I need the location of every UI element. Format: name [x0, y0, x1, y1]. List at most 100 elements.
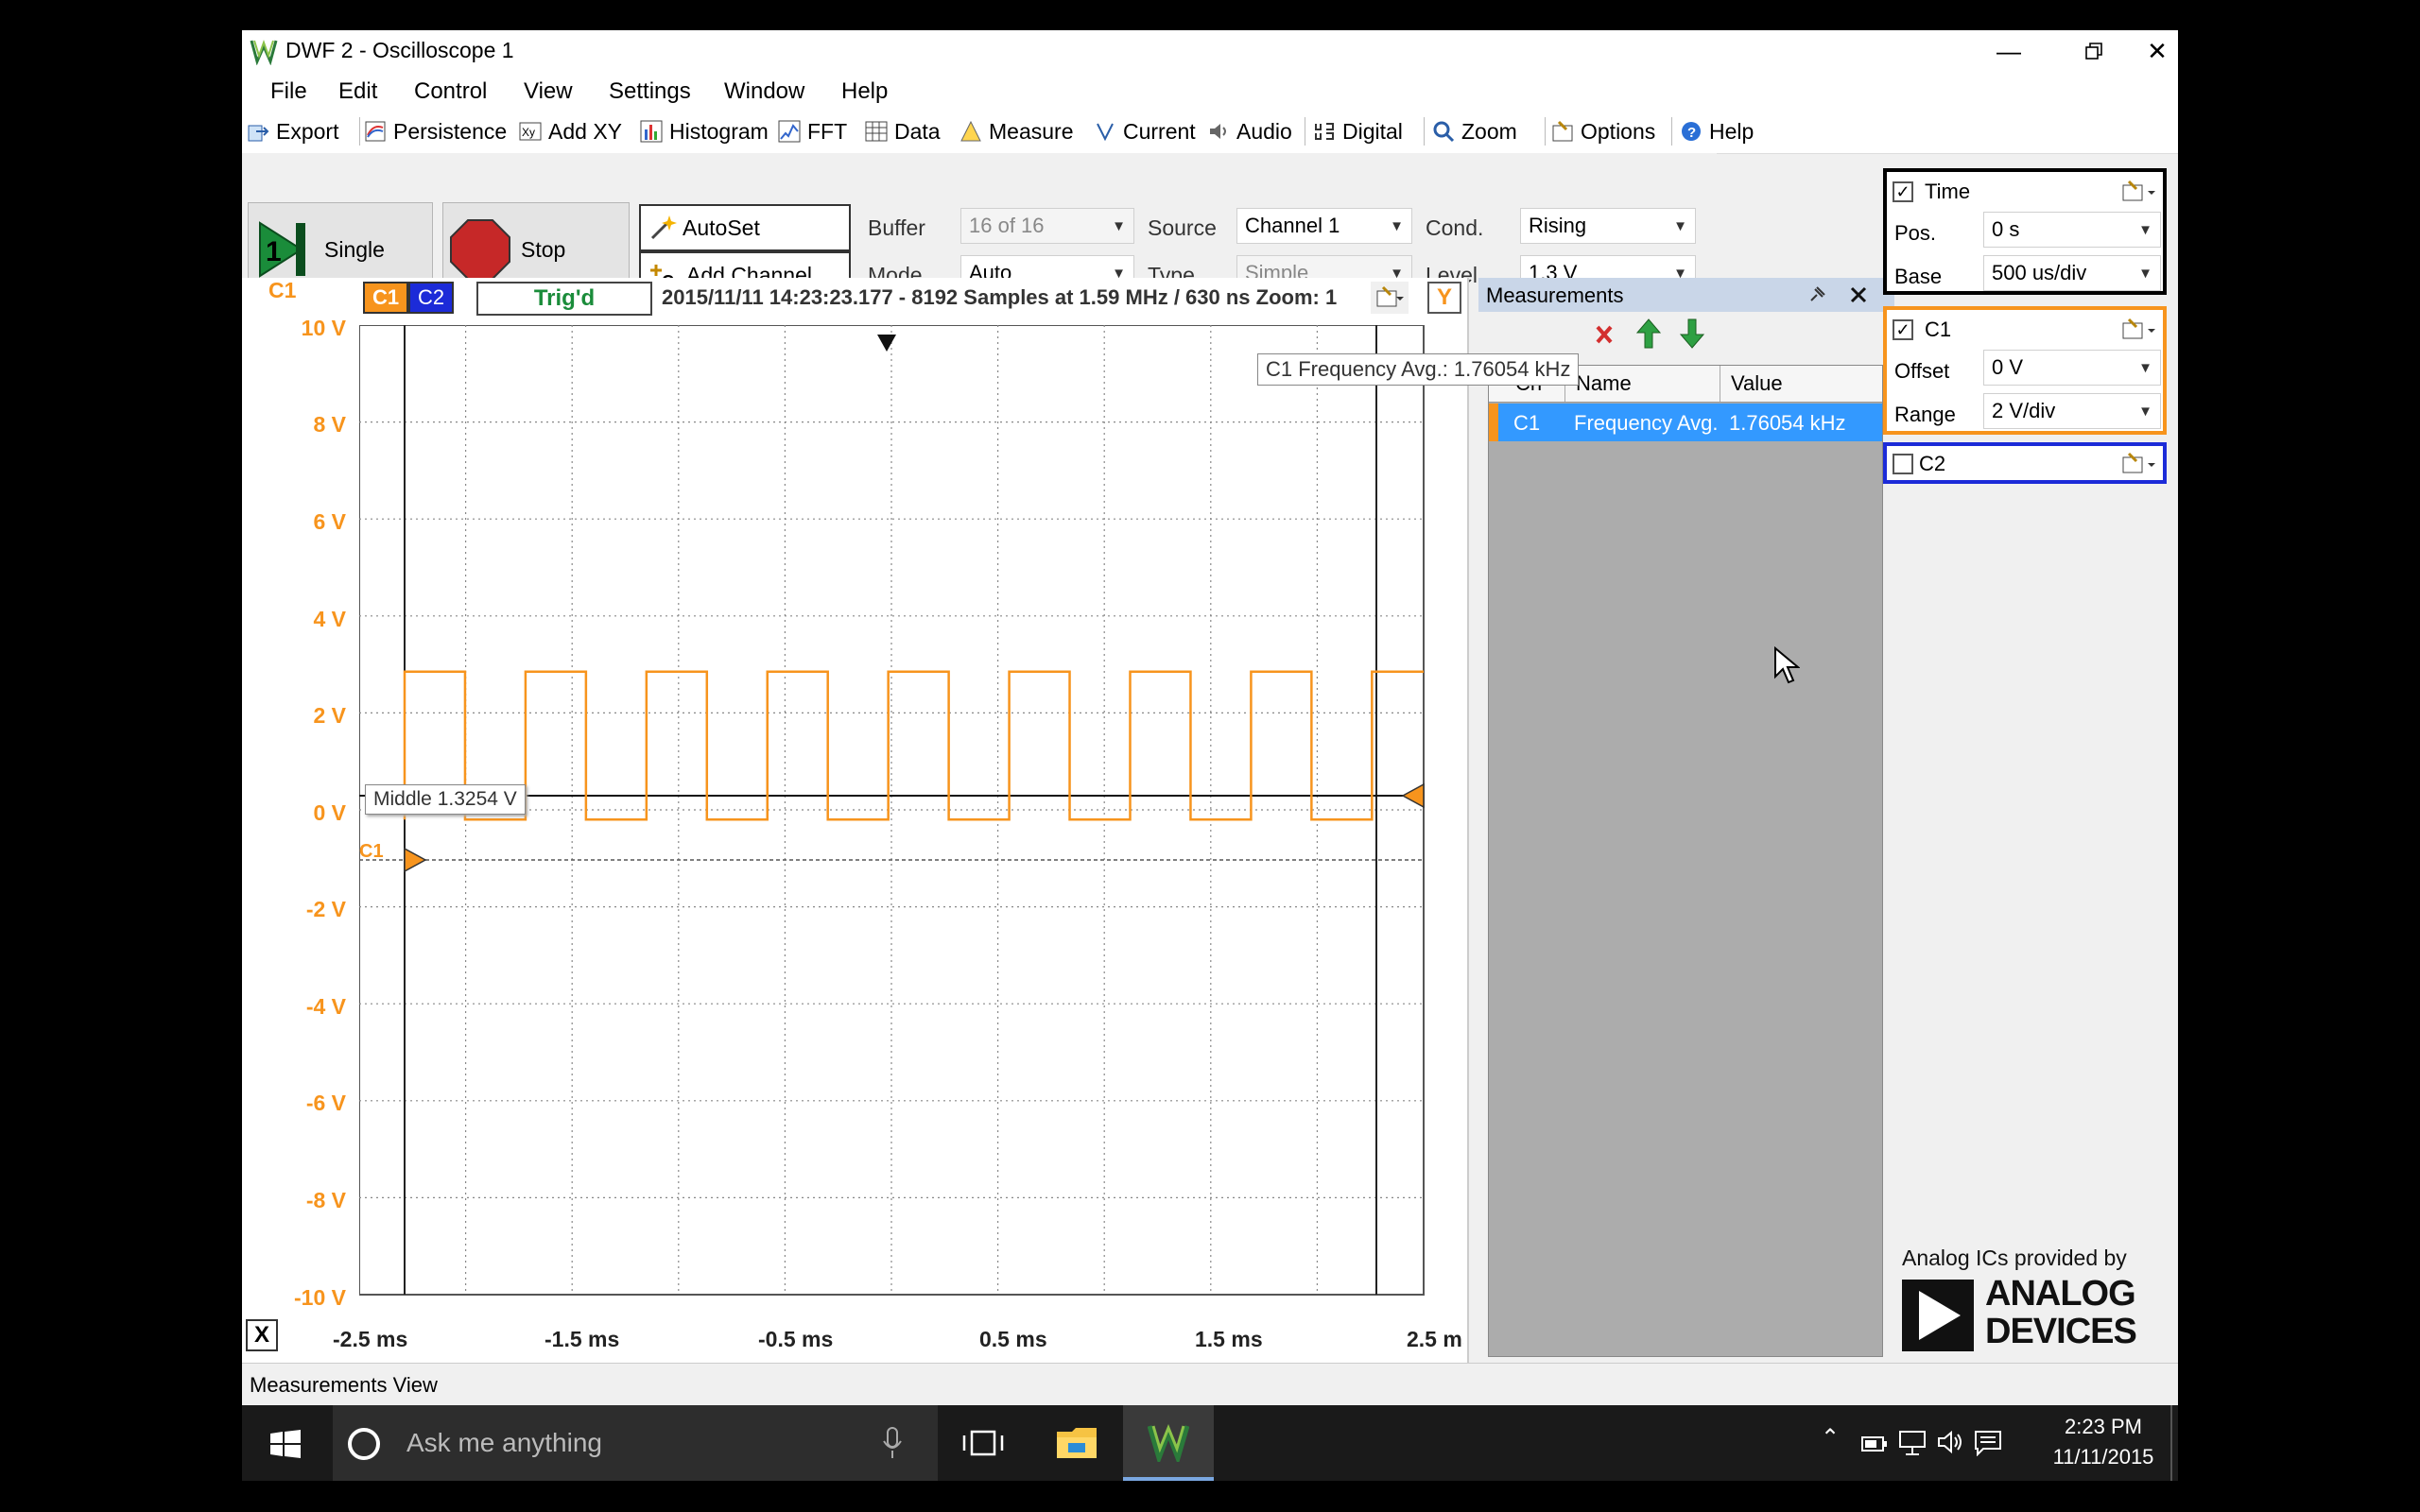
- menu-view[interactable]: View: [524, 78, 573, 105]
- help-icon: ?: [1679, 119, 1703, 144]
- range-input[interactable]: 2 V/div ▼: [1983, 393, 2161, 429]
- menu-settings[interactable]: Settings: [609, 78, 691, 105]
- volume-icon[interactable]: [1936, 1428, 1964, 1456]
- microphone-icon[interactable]: [881, 1426, 904, 1462]
- panel-options-icon[interactable]: [2121, 180, 2163, 204]
- zoom-button[interactable]: Zoom: [1431, 115, 1517, 147]
- y-tick-label: -4 V: [305, 994, 346, 1019]
- svg-text:?: ?: [1687, 125, 1696, 141]
- middle-level-tooltip: Middle 1.3254 V: [365, 784, 526, 815]
- fft-button[interactable]: FFT: [777, 115, 847, 147]
- digital-button[interactable]: Digital: [1312, 115, 1403, 147]
- cond-value: Rising: [1529, 214, 1587, 237]
- chevron-down-icon: ▼: [1112, 218, 1126, 234]
- chevron-down-icon: ▼: [2138, 360, 2152, 376]
- menu-edit[interactable]: Edit: [338, 78, 377, 105]
- source-label: Source: [1148, 215, 1217, 240]
- ruler-icon: [959, 119, 983, 144]
- data-button[interactable]: Data: [864, 115, 941, 147]
- scope-plot-area[interactable]: C1 C1 C2 Trig'd 2015/11/11 14:23:23.177 …: [242, 278, 1580, 1363]
- panel-options-icon[interactable]: [2121, 452, 2163, 476]
- measure-label: Measure: [989, 118, 1074, 144]
- windows-start-icon[interactable]: [270, 1430, 301, 1458]
- analog-devices-triangle-icon: [1902, 1280, 1974, 1351]
- search-placeholder: Ask me anything: [406, 1428, 602, 1457]
- column-header[interactable]: Name: [1576, 371, 1632, 396]
- base-input[interactable]: 500 us/div ▼: [1983, 255, 2161, 291]
- panel-options-icon[interactable]: [2121, 318, 2163, 342]
- histogram-button[interactable]: Histogram: [639, 115, 769, 147]
- network-icon[interactable]: [1898, 1428, 1927, 1456]
- minimize-button[interactable]: —: [1966, 30, 2051, 72]
- menu-file[interactable]: File: [270, 78, 307, 105]
- pin-icon[interactable]: [1807, 285, 1826, 304]
- x-tick-label: -2.5 ms: [333, 1327, 408, 1351]
- export-button[interactable]: Export: [246, 115, 338, 147]
- cond-label: Cond.: [1426, 215, 1484, 240]
- toolbar-divider: [1424, 117, 1425, 146]
- c1-tab[interactable]: C1: [363, 282, 408, 314]
- move-up-icon[interactable]: [1635, 318, 1662, 350]
- close-icon[interactable]: [1849, 285, 1868, 304]
- svg-text:1: 1: [266, 236, 282, 267]
- move-down-icon[interactable]: [1679, 318, 1705, 350]
- c1-checkbox[interactable]: ✓: [1893, 319, 1913, 340]
- fft-icon: [777, 119, 802, 144]
- add-xy-button[interactable]: Xy Add XY: [518, 115, 622, 147]
- table-row[interactable]: C1 Frequency Avg. 1.76054 kHz: [1489, 404, 1882, 441]
- c2-checkbox[interactable]: [1893, 454, 1913, 474]
- menu-control[interactable]: Control: [414, 78, 487, 105]
- measure-button[interactable]: Measure: [959, 115, 1073, 147]
- battery-icon[interactable]: [1860, 1428, 1889, 1456]
- show-desktop-button[interactable]: [2170, 1405, 2172, 1481]
- current-button[interactable]: Current: [1093, 115, 1196, 147]
- pos-value: 0 s: [1992, 217, 2020, 241]
- options-label: Options: [1581, 118, 1656, 144]
- waveforms-taskbar-button[interactable]: [1123, 1405, 1214, 1481]
- c2-tab[interactable]: C2: [408, 282, 454, 314]
- measurements-table: Ch Name Value C1 Frequency Avg. 1.76054 …: [1488, 365, 1883, 1357]
- pos-input[interactable]: 0 s ▼: [1983, 212, 2161, 248]
- waveforms-logo-icon: [1148, 1424, 1189, 1462]
- column-header[interactable]: Value: [1731, 371, 1783, 396]
- task-view-icon[interactable]: [962, 1428, 1004, 1458]
- x-tick-label: 1.5 ms: [1195, 1327, 1263, 1351]
- taskbar: Ask me anything ⌃ 2:23 PM 11/11/2015: [242, 1405, 2178, 1481]
- buffer-select[interactable]: 16 of 16 ▼: [960, 208, 1134, 244]
- cond-select[interactable]: Rising ▼: [1520, 208, 1696, 244]
- options-button[interactable]: Options: [1550, 115, 1655, 147]
- menu-help[interactable]: Help: [841, 78, 888, 105]
- brand-caption: Analog ICs provided by: [1902, 1246, 2127, 1270]
- x-axis-button[interactable]: X: [246, 1319, 278, 1351]
- source-select[interactable]: Channel 1 ▼: [1236, 208, 1412, 244]
- help-button[interactable]: ? Help: [1679, 115, 1754, 147]
- pos-label: Pos.: [1894, 221, 1937, 245]
- restore-button[interactable]: [2051, 30, 2136, 72]
- taskbar-time[interactable]: 2:23 PM: [2042, 1415, 2165, 1439]
- y-axis-button[interactable]: Y: [1427, 282, 1461, 314]
- persistence-button[interactable]: Persistence: [363, 115, 507, 147]
- cortana-icon: [348, 1428, 380, 1460]
- cortana-search-box[interactable]: Ask me anything: [333, 1405, 938, 1481]
- data-label: Data: [894, 118, 941, 144]
- remove-icon[interactable]: [1592, 321, 1616, 350]
- autoset-button[interactable]: AutoSet: [639, 204, 851, 251]
- show-hidden-icons-icon[interactable]: ⌃: [1821, 1424, 1840, 1452]
- export-icon: [246, 119, 270, 144]
- magic-wand-icon: [650, 215, 677, 240]
- action-center-icon[interactable]: [1974, 1428, 2002, 1456]
- menu-window[interactable]: Window: [724, 78, 804, 105]
- taskbar-date[interactable]: 11/11/2015: [2042, 1445, 2165, 1469]
- close-button[interactable]: ✕: [2136, 30, 2178, 72]
- chevron-down-icon: ▼: [2138, 222, 2152, 238]
- measurement-tooltip: C1 Frequency Avg.: 1.76054 kHz: [1257, 353, 1580, 386]
- time-checkbox[interactable]: ✓: [1893, 181, 1913, 202]
- y-tick-label: -10 V: [294, 1285, 346, 1310]
- y-tick-label: 8 V: [313, 412, 346, 437]
- y-tick-label: 6 V: [313, 509, 346, 534]
- audio-button[interactable]: Audio: [1206, 115, 1292, 147]
- file-explorer-icon[interactable]: [1055, 1424, 1098, 1462]
- c2-panel: C2: [1883, 442, 2167, 484]
- scope-options-button[interactable]: [1371, 282, 1409, 314]
- offset-input[interactable]: 0 V ▼: [1983, 350, 2161, 386]
